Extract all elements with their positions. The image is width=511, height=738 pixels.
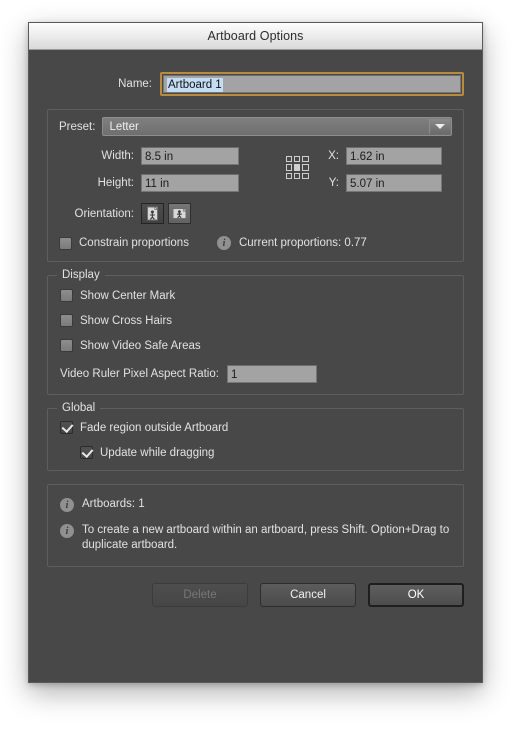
show-center-mark-checkbox[interactable] — [60, 289, 73, 302]
show-cross-hairs-label: Show Cross Hairs — [80, 314, 173, 327]
height-label: Height: — [97, 177, 134, 189]
artboard-options-dialog: Artboard Options Name: Artboard 1 Preset… — [28, 22, 483, 683]
update-while-dragging-row: Update while dragging — [80, 446, 451, 459]
size-fields: Width: 8.5 in Height: 11 in — [59, 147, 274, 192]
artboard-hint-row: i To create a new artboard within an art… — [60, 523, 451, 553]
ref-point-tl[interactable] — [285, 156, 292, 163]
width-input[interactable]: 8.5 in — [141, 147, 239, 165]
name-field-focus-ring: Artboard 1 — [160, 72, 464, 96]
ref-point-bc[interactable] — [293, 172, 301, 179]
artboards-count-text: Artboards: 1 — [82, 498, 145, 510]
show-center-mark-row: Show Center Mark — [60, 289, 451, 302]
info-icon: i — [60, 498, 74, 512]
x-input[interactable]: 1.62 in — [346, 147, 442, 165]
orientation-label: Orientation: — [74, 207, 134, 220]
name-label: Name: — [118, 78, 152, 90]
artboard-hint-text: To create a new artboard within an artbo… — [82, 524, 450, 551]
ref-point-tc[interactable] — [293, 156, 301, 163]
show-cross-hairs-checkbox[interactable] — [60, 314, 73, 327]
ok-button[interactable]: OK — [368, 583, 464, 607]
x-label: X: — [328, 150, 339, 162]
dialog-title-bar: Artboard Options — [29, 23, 482, 50]
show-video-safe-areas-label: Show Video Safe Areas — [80, 339, 201, 352]
preset-label: Preset: — [59, 120, 96, 133]
ref-point-mr[interactable] — [302, 164, 309, 171]
dialog-button-bar: Delete Cancel OK — [29, 583, 482, 607]
width-label: Width: — [101, 150, 134, 162]
video-ruler-row: Video Ruler Pixel Aspect Ratio: 1 — [60, 365, 451, 383]
preset-row: Preset: Letter — [59, 117, 452, 136]
reference-point-cell — [274, 147, 320, 179]
constrain-proportions-row: Constrain proportions i Current proporti… — [59, 236, 452, 250]
name-row: Name: Artboard 1 — [47, 72, 464, 96]
current-proportions-text: Current proportions: 0.77 — [238, 237, 367, 249]
y-row: Y: 5.07 in — [320, 174, 452, 192]
ref-point-tr[interactable] — [302, 156, 309, 163]
ref-point-bl[interactable] — [285, 172, 292, 179]
fade-region-row: Fade region outside Artboard — [60, 421, 451, 434]
landscape-orientation-icon[interactable] — [168, 203, 191, 224]
height-input[interactable]: 11 in — [141, 174, 239, 192]
constrain-proportions-label: Constrain proportions — [79, 237, 189, 249]
reference-point-grid-icon[interactable] — [285, 156, 309, 179]
name-input-value: Artboard 1 — [167, 78, 223, 92]
artboards-count-row: i Artboards: 1 — [60, 497, 451, 512]
update-while-dragging-checkbox[interactable] — [80, 446, 93, 459]
display-group: Display Show Center Mark Show Cross Hair… — [47, 269, 464, 395]
ref-point-ml[interactable] — [285, 164, 292, 171]
orientation-row: Orientation: — [59, 203, 452, 224]
dimensions-row: Width: 8.5 in Height: 11 in X: 1.62 in Y… — [59, 147, 452, 192]
dialog-body: Name: Artboard 1 Preset: Letter Width: 8… — [29, 50, 482, 567]
display-group-legend: Display — [57, 269, 105, 281]
cancel-button[interactable]: Cancel — [260, 583, 356, 607]
constrain-proportions-checkbox[interactable] — [59, 236, 72, 250]
portrait-orientation-icon[interactable] — [141, 203, 164, 224]
video-ruler-label: Video Ruler Pixel Aspect Ratio: — [60, 368, 219, 380]
global-group: Global Fade region outside Artboard Upda… — [47, 402, 464, 471]
show-video-safe-areas-row: Show Video Safe Areas — [60, 339, 451, 352]
ref-point-br[interactable] — [302, 172, 309, 179]
show-video-safe-areas-checkbox[interactable] — [60, 339, 73, 352]
video-ruler-input[interactable]: 1 — [226, 365, 317, 383]
ref-point-mc[interactable] — [293, 164, 301, 171]
fade-region-label: Fade region outside Artboard — [80, 421, 229, 434]
name-input[interactable]: Artboard 1 — [163, 75, 461, 93]
info-icon: i — [60, 524, 74, 538]
show-cross-hairs-row: Show Cross Hairs — [60, 314, 451, 327]
show-center-mark-label: Show Center Mark — [80, 289, 176, 302]
info-group: i Artboards: 1 i To create a new artboar… — [47, 484, 464, 567]
y-label: Y: — [328, 177, 339, 189]
fade-region-checkbox[interactable] — [60, 421, 73, 434]
x-row: X: 1.62 in — [320, 147, 452, 165]
y-input[interactable]: 5.07 in — [346, 174, 442, 192]
height-row: Height: 11 in — [59, 174, 274, 192]
info-icon: i — [216, 236, 231, 250]
position-fields: X: 1.62 in Y: 5.07 in — [320, 147, 452, 192]
preset-selected-value: Letter — [109, 120, 139, 133]
dialog-title: Artboard Options — [207, 29, 304, 43]
delete-button[interactable]: Delete — [152, 583, 248, 607]
global-group-legend: Global — [57, 402, 101, 414]
update-while-dragging-label: Update while dragging — [100, 446, 215, 459]
chevron-down-icon[interactable] — [429, 119, 450, 134]
preset-group: Preset: Letter Width: 8.5 in Height: 11 … — [47, 109, 464, 262]
preset-select[interactable]: Letter — [102, 117, 452, 136]
width-row: Width: 8.5 in — [59, 147, 274, 165]
